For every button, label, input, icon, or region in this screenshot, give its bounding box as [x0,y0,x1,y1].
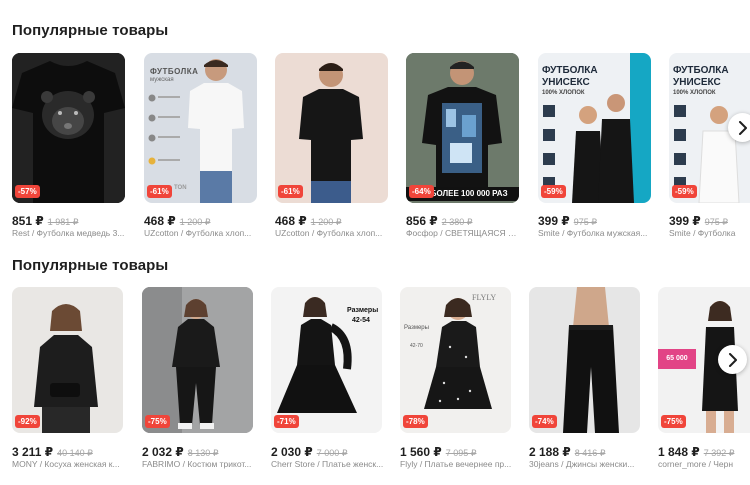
model-glowing-tshirt [406,53,519,203]
old-price: 1 981 ₽ [47,217,79,227]
old-price: 8 416 ₽ [574,448,606,458]
product-desc[interactable]: MONY / Косуха женская к... [12,459,125,469]
old-price: 2 380 ₽ [441,217,473,227]
product-card[interactable]: НЕ БОЛЕЕ 100 000 РАЗ -64% 856 ₽2 380 ₽ Ф… [406,53,521,238]
price: 2 032 ₽ [142,445,184,459]
price: 468 ₽ [275,214,307,228]
price: 851 ₽ [12,214,44,228]
discount-badge: -59% [672,185,697,198]
product-card[interactable]: -74% 2 188 ₽8 416 ₽ 30jeans / Джинсы жен… [529,287,640,469]
discount-badge: -61% [278,185,303,198]
product-desc[interactable]: UZcotton / Футболка хлоп... [275,228,390,238]
section-title: Популярные товары [12,22,169,39]
product-desc[interactable]: 30jeans / Джинсы женски... [529,459,642,469]
product-desc[interactable]: Rest / Футболка медведь 3... [12,228,127,238]
product-card[interactable]: ФУТБОЛКА мужская TON -61% 468 ₽1 200 ₽ U… [144,53,257,238]
discount-badge: -71% [274,415,299,428]
product-image[interactable]: -92% [12,287,123,433]
price: 856 ₽ [406,214,438,228]
chevron-right-icon [738,120,747,135]
product-card[interactable]: -75% 2 032 ₽8 130 ₽ FABRIMO / Костюм три… [142,287,253,469]
discount-badge: -92% [15,415,40,428]
model-polka-dress [424,298,492,409]
product-image[interactable]: ФУТБОЛКА УНИСЕКС 100% ХЛОПОК -59% [538,53,651,203]
old-price: 1 200 ₽ [310,217,342,227]
discount-badge: -64% [409,185,434,198]
poster-sizes-label: Размеры [347,307,379,314]
discount-badge: -59% [541,185,566,198]
product-desc[interactable]: Flyly / Платье вечернее пр... [400,459,513,469]
price: 2 188 ₽ [529,445,571,459]
product-desc[interactable]: Smite / Футболка мужская... [538,228,653,238]
model-leather-jacket [34,304,98,433]
carousel-next-button[interactable] [718,345,747,374]
section-title: Популярные товары [12,257,169,274]
price: 399 ₽ [538,214,570,228]
discount-badge: -61% [147,185,172,198]
chevron-right-icon [728,352,737,367]
model-white-tshirt [148,59,244,203]
product-card[interactable]: FLYLY Размеры 42-70 -78% 1 560 ₽7 095 ₽ … [400,287,511,469]
model-black-tracksuit [142,287,253,433]
product-image[interactable]: Размеры 42-54 -71% [271,287,382,433]
old-price: 7 095 ₽ [445,448,477,458]
price: 3 211 ₽ [12,445,54,459]
product-card[interactable]: -61% 468 ₽1 200 ₽ UZcotton / Футболка хл… [275,53,388,238]
old-price: 1 200 ₽ [179,217,211,227]
old-price: 975 ₽ [573,217,597,227]
product-card[interactable]: -92% 3 211 ₽40 140 ₽ MONY / Косуха женск… [12,287,123,469]
product-desc[interactable]: Smite / Футболка [669,228,750,238]
product-image[interactable]: -61% [275,53,388,203]
price: 1 560 ₽ [400,445,442,459]
price: 468 ₽ [144,214,176,228]
product-desc[interactable]: Cherr Store / Платье женск... [271,459,384,469]
product-image[interactable]: FLYLY Размеры 42-70 -78% [400,287,511,433]
poster-count: 65 000 [658,349,696,369]
discount-badge: -78% [403,415,428,428]
old-price: 975 ₽ [704,217,728,227]
product-image[interactable]: -75% [142,287,253,433]
price: 2 030 ₽ [271,445,313,459]
old-price: 40 140 ₽ [57,448,93,458]
product-desc[interactable]: UZcotton / Футболка хлоп... [144,228,259,238]
poster-sizes-range: 42-54 [352,317,370,324]
model-black-jeans [563,287,619,433]
product-desc[interactable]: FABRIMO / Костюм трикот... [142,459,255,469]
price: 399 ₽ [669,214,701,228]
product-card[interactable]: ФУТБОЛКА УНИСЕКС 100% ХЛОПОК -59% 399 ₽9… [538,53,651,238]
discount-badge: -74% [532,415,557,428]
discount-badge: -57% [15,185,40,198]
old-price: 8 130 ₽ [187,448,219,458]
tshirt-bear-illustration [12,53,125,203]
old-price: 7 000 ₽ [316,448,348,458]
product-card[interactable]: Размеры 42-54 -71% 2 030 ₽7 000 ₽ Cherr … [271,287,383,469]
product-desc[interactable]: Фосфор / СВЕТЯЩАЯСЯ Ф... [406,228,521,238]
product-desc[interactable]: corner_more / Черн [658,459,750,469]
product-image[interactable]: -57% [12,53,125,203]
discount-badge: -75% [145,415,170,428]
model-black-tshirt [299,63,363,203]
product-image[interactable]: ФУТБОЛКА мужская TON -61% [144,53,257,203]
product-image[interactable]: НЕ БОЛЕЕ 100 000 РАЗ -64% [406,53,519,203]
price: 1 848 ₽ [658,445,700,459]
product-card[interactable]: -57% 851 ₽1 981 ₽ Rest / Футболка медвед… [12,53,125,238]
product-image[interactable]: -74% [529,287,640,433]
poster-brand: TON [174,185,187,191]
carousel-next-button[interactable] [728,113,750,142]
old-price: 7 392 ₽ [703,448,735,458]
discount-badge: -75% [661,415,686,428]
unisex-models [543,53,651,203]
